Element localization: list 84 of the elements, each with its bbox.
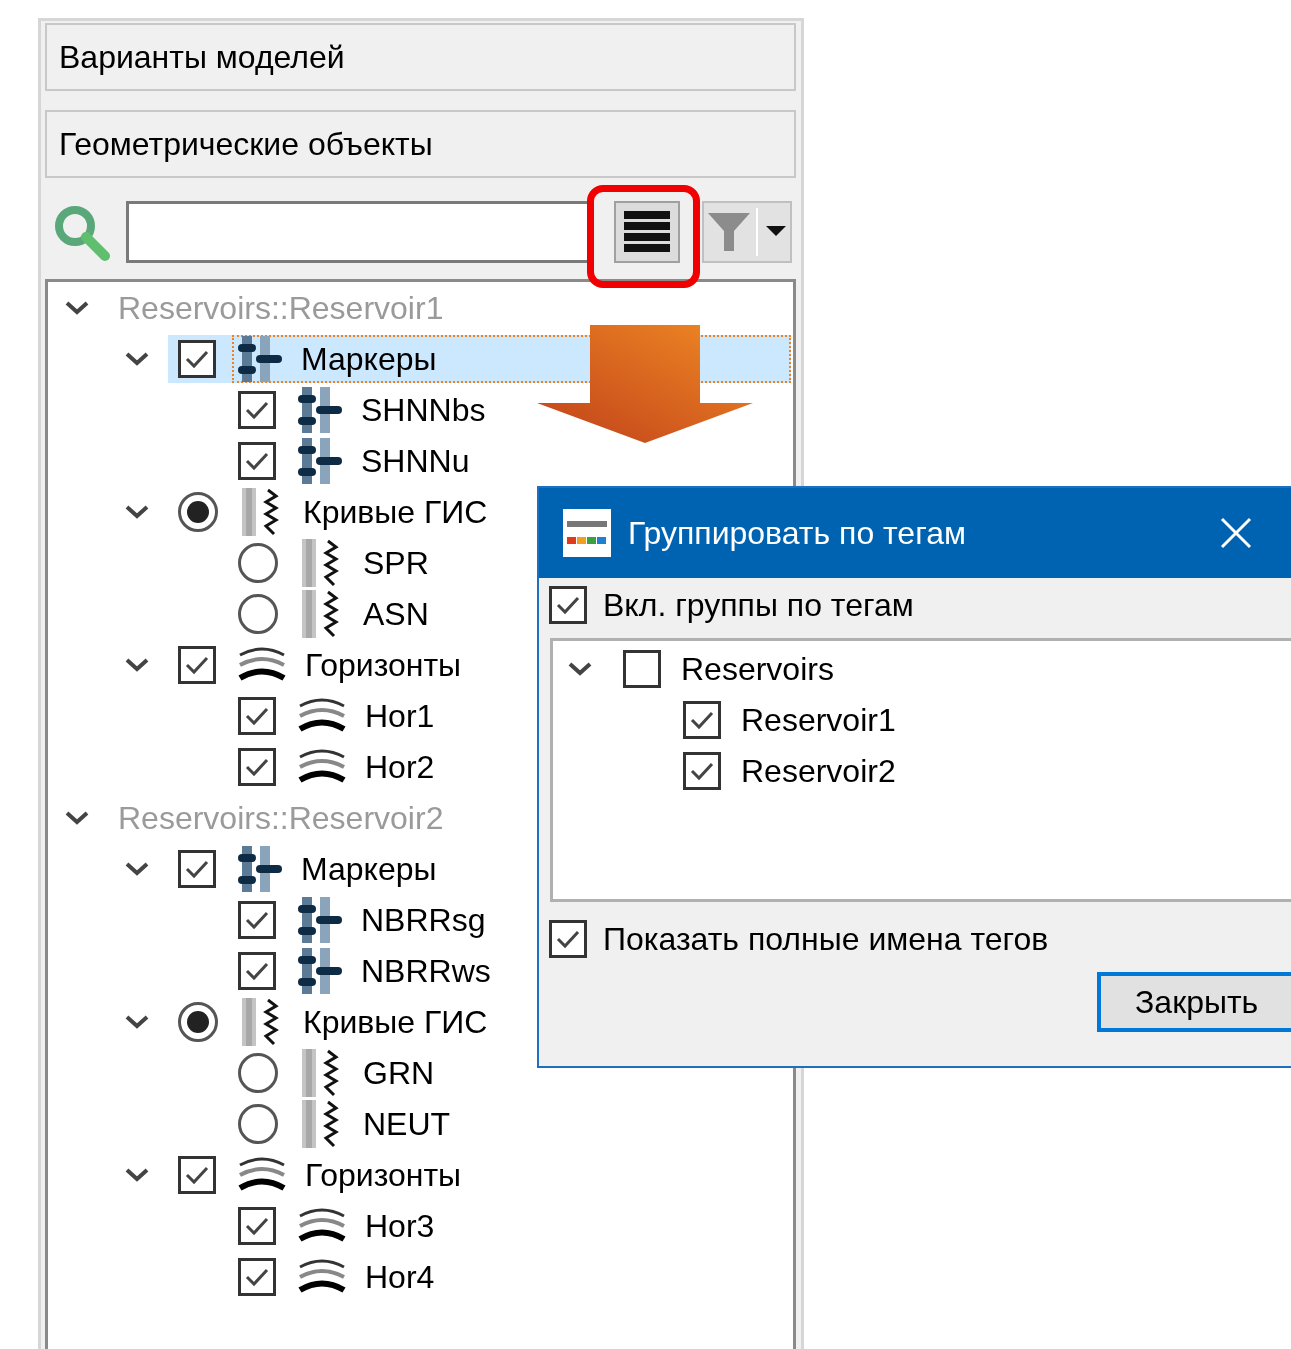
tree-item[interactable]: Кривые ГИС (168, 997, 791, 1046)
checkbox[interactable] (623, 649, 661, 688)
item-label: NEUT (363, 1104, 451, 1144)
item-label: Горизонты (305, 645, 462, 685)
checkbox[interactable] (238, 696, 276, 735)
chevron-icon[interactable] (64, 809, 90, 826)
tag-label: Reservoir2 (741, 751, 896, 791)
item-label: Hor3 (365, 1206, 435, 1246)
tree-item[interactable]: Hor4 (228, 1252, 791, 1301)
item-label: NBRRsg (361, 900, 486, 940)
tree-item[interactable]: SHNNu (228, 436, 791, 485)
chevron-icon[interactable] (124, 860, 150, 877)
checkbox-label: Вкл. группы по тегам (603, 586, 914, 625)
item-label: Hor4 (365, 1257, 435, 1297)
checkbox[interactable] (238, 900, 276, 939)
tree-item[interactable]: GRN (228, 1048, 791, 1097)
item-label: Hor2 (365, 747, 435, 787)
item-label: SHNNu (361, 441, 470, 481)
tree-item[interactable]: NEUT (228, 1099, 791, 1148)
tag-label: Reservoirs (681, 649, 834, 689)
tree-item[interactable]: Горизонты (168, 1150, 791, 1199)
item-label: Горизонты (305, 1155, 462, 1195)
radio-button[interactable] (178, 491, 218, 532)
checkbox[interactable] (178, 645, 216, 684)
radio-button[interactable] (178, 1001, 218, 1042)
checkbox[interactable] (178, 339, 216, 378)
group-list-button[interactable] (614, 201, 680, 263)
chevron-icon[interactable] (124, 1166, 150, 1183)
checkbox[interactable] (238, 747, 276, 786)
chevron-icon[interactable] (124, 503, 150, 520)
checkbox[interactable] (178, 849, 216, 888)
item-label: Кривые ГИС (303, 1002, 488, 1042)
checkbox[interactable] (549, 586, 587, 624)
group-label: Reservoirs::Reservoir2 (118, 798, 444, 838)
checkbox[interactable] (683, 700, 721, 739)
panel-header-button[interactable]: Геометрические объекты (45, 110, 796, 178)
checkbox[interactable] (238, 441, 276, 480)
group-label: Reservoirs::Reservoir1 (118, 288, 444, 328)
app-icon (563, 509, 611, 557)
chevron-icon[interactable] (124, 656, 150, 673)
chevron-icon[interactable] (64, 299, 90, 316)
radio-button[interactable] (238, 1052, 278, 1093)
checkbox[interactable] (178, 1155, 216, 1194)
dialog-title: Группировать по тегам (628, 514, 966, 553)
check-icon (555, 928, 581, 950)
marker-icon (298, 896, 342, 943)
marker-icon (298, 386, 342, 433)
item-label: GRN (363, 1053, 435, 1093)
tag-label: Reservoir1 (741, 700, 896, 740)
checkbox[interactable] (238, 1257, 276, 1296)
tree-item[interactable]: Маркеры (168, 844, 791, 893)
tree-item[interactable]: Hor3 (228, 1201, 791, 1250)
close-icon[interactable] (1219, 517, 1252, 549)
chevron-icon[interactable] (124, 1013, 150, 1030)
item-label: SPR (363, 543, 429, 583)
checkbox[interactable] (238, 951, 276, 990)
checkbox[interactable] (549, 920, 587, 958)
item-label: Hor1 (365, 696, 435, 736)
checkbox-label: Показать полные имена тегов (603, 920, 1049, 959)
check-icon (555, 594, 581, 616)
item-label: Маркеры (301, 849, 437, 889)
checkbox[interactable] (238, 390, 276, 429)
item-label: Кривые ГИС (303, 492, 488, 532)
item-label: NBRRws (361, 951, 491, 991)
item-label: ASN (363, 594, 429, 634)
chevron-icon[interactable] (567, 660, 593, 677)
radio-button[interactable] (238, 542, 278, 583)
marker-icon (238, 335, 282, 382)
tree-item[interactable]: SHNNbs (228, 385, 791, 434)
caret-icon (766, 226, 786, 238)
panel-header-button[interactable]: Варианты моделей (45, 23, 796, 91)
list-icon (622, 209, 672, 255)
item-label: Маркеры (301, 339, 437, 379)
filter-dropdown-button[interactable] (702, 201, 792, 263)
checkbox[interactable] (683, 751, 721, 790)
marker-icon (238, 845, 282, 892)
close-button[interactable]: Закрыть (1097, 972, 1291, 1032)
item-label: SHNNbs (361, 390, 486, 430)
radio-button[interactable] (238, 1103, 278, 1144)
marker-icon (298, 437, 342, 484)
chevron-icon[interactable] (124, 350, 150, 367)
checkbox[interactable] (238, 1206, 276, 1245)
radio-button[interactable] (238, 593, 278, 634)
marker-icon (298, 947, 342, 994)
